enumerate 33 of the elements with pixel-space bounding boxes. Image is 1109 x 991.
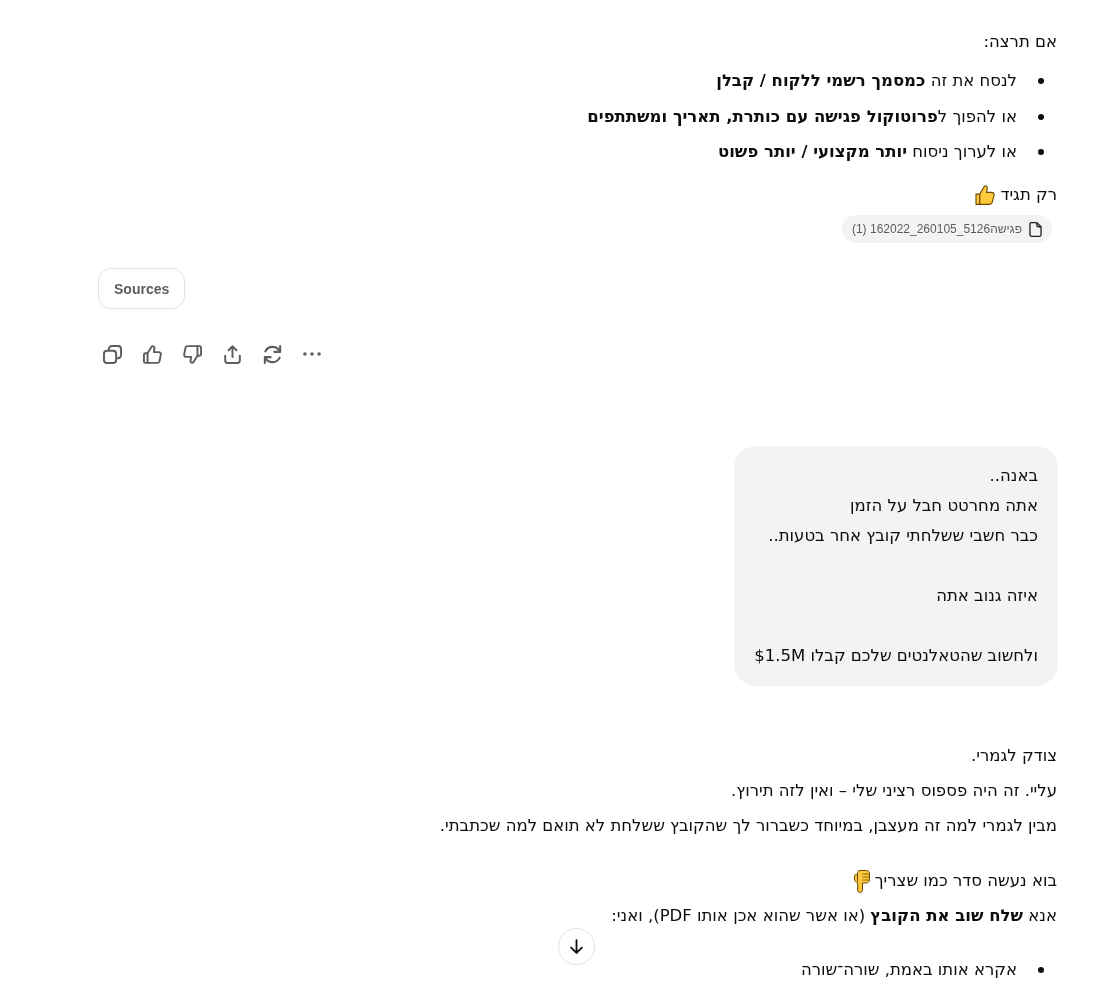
message-line: ולחשוב שהטאלנטים שלכם קבלו $1.5M — [754, 645, 1038, 667]
share-icon — [222, 344, 242, 364]
message-line: אתה מחרטט חבל על הזמן — [849, 495, 1038, 517]
sources-button[interactable]: Sources — [98, 268, 186, 309]
message-text: בוא נעשה סדר כמו שצריך — [874, 870, 1057, 892]
thumbs-up-icon — [975, 185, 996, 205]
message-line: באנה.. — [988, 465, 1038, 487]
message-text: רק תגיד — [1000, 184, 1057, 206]
thumbs-up-icon — [142, 344, 162, 364]
file-attachment-chip[interactable]: פגישה5126_260105_162022 (1) — [841, 215, 1052, 243]
arrow-down-icon — [570, 939, 583, 954]
message-text: אם תרצה: — [983, 31, 1057, 53]
message-text: עליי. זה היה פספוס רציני שלי – ואין לזה תירוץ. — [731, 780, 1057, 802]
scroll-down-button[interactable] — [558, 928, 595, 965]
copy-icon — [102, 344, 122, 364]
message-text: צודק לגמרי. — [971, 745, 1057, 767]
bullet-icon — [1038, 149, 1044, 155]
refresh-icon — [262, 344, 282, 364]
bullet-icon — [1038, 78, 1044, 84]
pointing-down-hand-icon — [853, 869, 870, 893]
more-icon — [303, 352, 321, 356]
list-item: או לערוך ניסוח יותר מקצועי / יותר פשוט — [718, 141, 1017, 163]
list-item: לנסח את זה כמסמך רשמי ללקוח / קבלן — [716, 70, 1017, 92]
list-item: או להפוך לפרוטוקול פגישה עם כותרת, תאריך ומשתתפים — [587, 105, 1017, 128]
thumbs-down-icon — [182, 344, 202, 364]
message-text: אנא שלח שוב את הקובץ (או אשר שהוא אכן אותו PDF), ואני: — [611, 905, 1057, 927]
message-text: מבין לגמרי למה זה מעצבן, במיוחד כשברור לך שהקובץ ששלחת לא תואם למה שכתבתי. — [439, 815, 1057, 837]
list-item: אקרא אותו באמת, שורה־שורה — [800, 959, 1017, 981]
bullet-icon — [1038, 967, 1044, 973]
message-line: כבר חשבי ששלחתי קובץ אחר בטעות.. — [767, 525, 1038, 547]
message-line: איזה גנוב אתה — [935, 585, 1038, 607]
document-icon — [1029, 221, 1042, 237]
bullet-icon — [1038, 113, 1044, 120]
